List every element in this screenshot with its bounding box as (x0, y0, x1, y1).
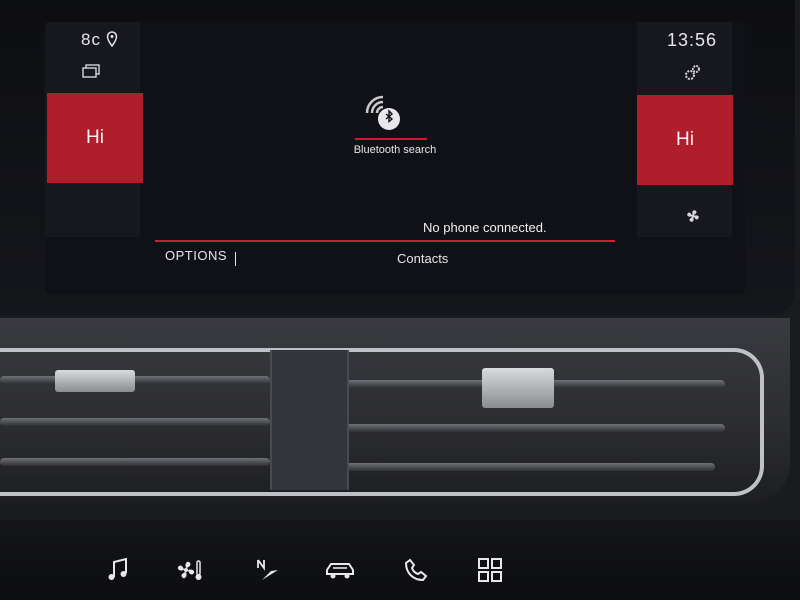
left-vent-adjuster[interactable] (55, 370, 135, 392)
vent-slat (0, 376, 270, 384)
left-shortcut-tile[interactable]: Hi (47, 93, 143, 183)
navigation-icon[interactable] (250, 552, 286, 588)
right-tile-label: Hi (676, 129, 694, 150)
vent-slat (0, 458, 270, 466)
vent-slat (345, 424, 725, 432)
location-pin-icon[interactable] (105, 30, 119, 48)
air-vent (0, 318, 790, 503)
car-icon[interactable] (322, 552, 358, 588)
music-icon[interactable] (100, 552, 136, 588)
bluetooth-underline (355, 138, 427, 140)
clock: 13:56 (667, 30, 718, 50)
climate-icon[interactable] (172, 552, 208, 588)
bluetooth-search-button[interactable]: Bluetooth search (335, 90, 455, 160)
options-separator (235, 252, 236, 266)
options-button[interactable]: OPTIONS (165, 248, 227, 263)
right-shortcut-tile[interactable]: Hi (637, 95, 733, 185)
outside-temp-indicator: 8c (81, 30, 101, 49)
fan-icon[interactable] (683, 206, 703, 226)
phone-icon[interactable] (398, 552, 434, 588)
status-message: No phone connected. (423, 220, 547, 235)
infotainment-screen: 8c Hi 13:56 Hi Bluetooth search No phone… (45, 22, 745, 294)
settings-gear-icon[interactable] (681, 62, 703, 84)
display-bezel: 8c Hi 13:56 Hi Bluetooth search No phone… (0, 0, 795, 315)
bottom-divider (155, 240, 615, 242)
vent-slat (0, 418, 270, 426)
contacts-button[interactable]: Contacts (397, 251, 448, 266)
bluetooth-icon (363, 95, 403, 133)
apps-grid-icon[interactable] (472, 552, 508, 588)
screens-icon[interactable] (81, 62, 101, 80)
vent-slat (345, 463, 715, 471)
left-tile-label: Hi (86, 127, 104, 148)
hard-key-bar (0, 520, 800, 600)
right-vent-adjuster[interactable] (482, 368, 554, 408)
vent-center-divider (270, 350, 349, 490)
bluetooth-search-label: Bluetooth search (353, 144, 437, 156)
